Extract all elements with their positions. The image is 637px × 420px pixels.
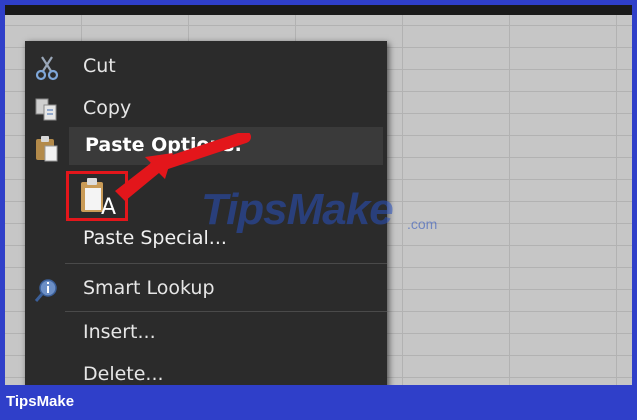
screenshot-frame: Cut Copy Paste Options: A Paste Special.… (5, 5, 632, 385)
menu-separator (65, 263, 387, 264)
copy-label: Copy (83, 97, 132, 119)
footer-brand: TipsMake (6, 393, 75, 410)
delete-label: Delete... (83, 363, 164, 385)
scissors-icon (33, 55, 61, 81)
copy-icon (33, 97, 61, 121)
clipboard-icon (33, 135, 61, 162)
sheet-header-strip (5, 5, 632, 15)
menu-item-delete[interactable]: Delete... (25, 355, 387, 385)
menu-item-smart-lookup[interactable]: Smart Lookup (25, 269, 387, 307)
insert-label: Insert... (83, 321, 156, 343)
cut-label: Cut (83, 55, 116, 77)
watermark-suffix: .com (407, 216, 438, 232)
smart-lookup-icon (33, 277, 61, 302)
menu-item-cut[interactable]: Cut (25, 47, 387, 85)
menu-item-insert[interactable]: Insert... (25, 313, 387, 351)
menu-separator (65, 311, 387, 312)
menu-item-copy[interactable]: Copy (25, 89, 387, 127)
smart-lookup-label: Smart Lookup (83, 277, 215, 299)
watermark-logo: TipsMake (201, 185, 394, 234)
